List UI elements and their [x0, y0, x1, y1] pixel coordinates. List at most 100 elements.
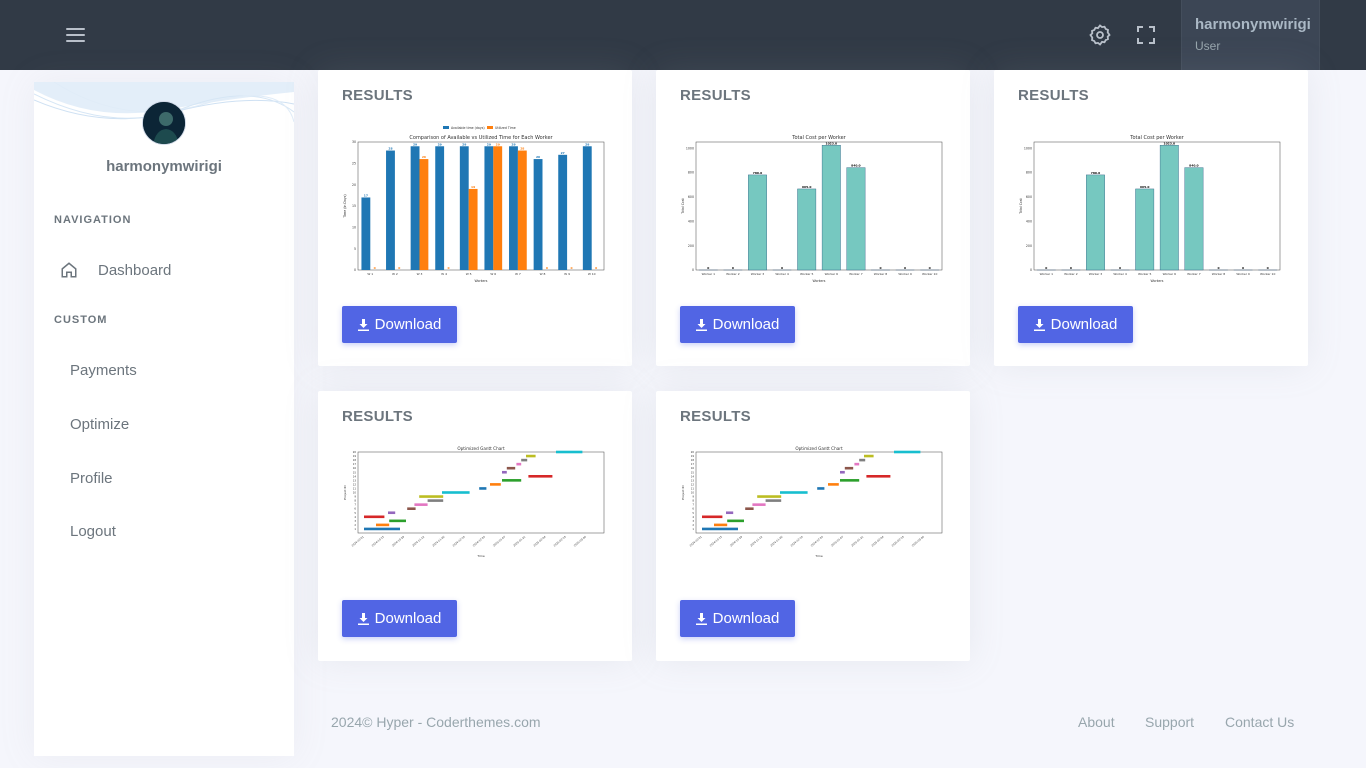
download-label: Download [374, 610, 442, 627]
bar [435, 146, 445, 270]
gantt-chart: Optimized Gantt Chart1234567891011121314… [681, 446, 943, 558]
y-tick-label: 16 [691, 466, 695, 470]
bar [582, 146, 592, 270]
x-tick-label: 2024-10-29 [391, 534, 405, 547]
data-label: 0 [929, 266, 931, 270]
user-menu[interactable]: harmonymwirigi User [1181, 0, 1320, 70]
chart-title: Optimized Gantt Chart [795, 446, 843, 451]
y-tick-label: 800 [1026, 171, 1032, 175]
footer-link-contact[interactable]: Contact Us [1225, 714, 1294, 730]
gantt-task-bar [556, 450, 583, 454]
data-label: 29 [496, 142, 500, 146]
gantt-task-bar [894, 450, 921, 454]
gantt-task-bar [817, 487, 825, 490]
x-axis-label: Time [476, 554, 484, 558]
gantt-task-bar [828, 483, 839, 486]
x-tick-label: W 2 [392, 272, 398, 276]
x-axis-label: Workers [1151, 279, 1164, 283]
plot-frame [695, 141, 943, 271]
y-tick-label: 19 [691, 454, 695, 458]
x-tick-label: 2024-11-12 [411, 534, 425, 547]
y-tick-label: 8 [354, 499, 356, 503]
download-icon [357, 318, 369, 331]
gantt-task-bar [702, 515, 723, 519]
x-tick-label: W 9 [564, 272, 570, 276]
card-title: RESULTS [1018, 87, 1089, 104]
card-title: RESULTS [342, 408, 413, 425]
bar [1159, 145, 1179, 271]
cost-bar-chart: Total Cost per Worker 0 200 400 600 800 1000 To… [681, 135, 943, 283]
gantt-task-bar [490, 483, 501, 486]
x-tick-label: 2024-11-26 [431, 534, 445, 547]
x-tick-label: Worker 7 [849, 272, 863, 276]
gantt-task-bar [752, 503, 766, 506]
sidebar-item-dashboard[interactable]: Dashboard [98, 262, 171, 279]
y-tick-label: 6 [692, 507, 694, 511]
home-icon[interactable] [60, 261, 78, 279]
topbar: harmonymwirigi User [0, 0, 1366, 70]
data-label: 840.0 [851, 164, 861, 168]
card-title: RESULTS [680, 87, 751, 104]
x-tick-label: Worker 6 [825, 272, 839, 276]
y-tick-label: 200 [1026, 244, 1032, 248]
sidebar-item-profile[interactable]: Profile [70, 470, 113, 487]
data-label: 0 [546, 266, 548, 270]
download-button[interactable]: Download [680, 306, 795, 343]
bar [419, 159, 429, 270]
y-tick-label: 20 [691, 450, 695, 454]
y-tick-label: 15 [352, 204, 356, 208]
gantt-task-bar [389, 519, 406, 523]
gantt-task-bar [745, 507, 754, 510]
gantt-task-bar [528, 475, 553, 478]
results-card: RESULTS Comparison of Available vs Utili… [318, 70, 632, 366]
y-tick-label: 12 [353, 482, 357, 486]
sidebar: harmonymwirigi NAVIGATION Dashboard CUST… [34, 82, 294, 756]
y-tick-label: 3 [692, 519, 694, 523]
data-label: 0 [447, 266, 449, 270]
bar [493, 146, 503, 270]
menu-icon[interactable] [62, 22, 90, 48]
y-tick-label: 3 [354, 519, 356, 523]
y-tick-label: 14 [353, 474, 357, 478]
fullscreen-icon[interactable] [1134, 23, 1158, 47]
data-label: 29 [438, 142, 442, 146]
data-label: 26 [422, 155, 426, 159]
gantt-task-bar [765, 499, 782, 502]
bar [1086, 174, 1105, 271]
download-button[interactable]: Download [1018, 306, 1133, 343]
bar [846, 167, 866, 271]
download-button[interactable]: Download [342, 600, 457, 637]
x-tick-label: 2024-10-29 [729, 534, 743, 547]
download-button[interactable]: Download [680, 600, 795, 637]
sidebar-username[interactable]: harmonymwirigi [34, 158, 294, 175]
footer-link-support[interactable]: Support [1145, 714, 1194, 730]
settings-icon[interactable] [1088, 23, 1112, 47]
gantt-task-bar [702, 527, 738, 531]
gantt-task-bar [479, 487, 487, 490]
footer-link-about[interactable]: About [1078, 714, 1115, 730]
x-tick-label: Worker 1 [702, 272, 716, 276]
availability-bar-chart: Comparison of Available vs Utilized Time… [343, 126, 605, 283]
gantt-task-bar [516, 462, 522, 466]
gantt-task-bar [364, 527, 400, 531]
avatar[interactable] [142, 101, 186, 145]
sidebar-item-logout[interactable]: Logout [70, 523, 116, 540]
data-label: 0 [570, 266, 572, 270]
sidebar-item-payments[interactable]: Payments [70, 362, 137, 379]
x-tick-label: 2025-03-04 [573, 534, 587, 547]
x-tick-label: Worker 4 [1113, 272, 1127, 276]
bar [468, 188, 478, 270]
x-tick-label: Worker 4 [775, 272, 789, 276]
x-tick-label: 2025-01-21 [512, 534, 526, 547]
x-tick-label: 2024-10-15 [371, 534, 385, 547]
y-tick-label: 800 [688, 171, 694, 175]
download-button[interactable]: Download [342, 306, 457, 343]
y-tick-label: 1000 [686, 146, 694, 150]
download-icon [357, 612, 369, 625]
y-tick-label: 10 [691, 491, 695, 495]
y-tick-label: 2 [354, 523, 356, 527]
sidebar-item-optimize[interactable]: Optimize [70, 416, 129, 433]
legend-label: Available time (days) [451, 126, 485, 130]
data-label: 0 [1119, 266, 1121, 270]
y-axis-label: Total Cost [681, 197, 685, 214]
